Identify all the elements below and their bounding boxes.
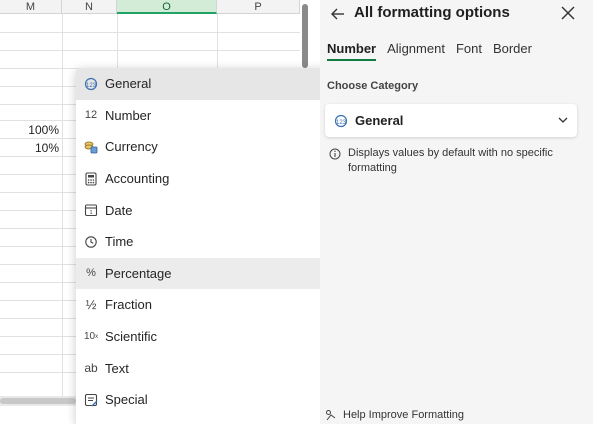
info-icon bbox=[329, 148, 341, 160]
general-icon: 123 bbox=[334, 114, 348, 127]
time-icon bbox=[84, 235, 98, 249]
scientific-icon: 10 x bbox=[83, 331, 99, 343]
text-icon: ab bbox=[84, 361, 98, 376]
grid-line bbox=[0, 50, 300, 51]
back-arrow-icon bbox=[331, 8, 344, 20]
feedback-icon bbox=[326, 410, 336, 421]
category-option-currency[interactable]: Currency bbox=[76, 131, 326, 163]
category-option-label: Fraction bbox=[105, 297, 152, 313]
format-tabs: Number Alignment Font Border bbox=[327, 41, 532, 61]
pane-title: All formatting options bbox=[354, 4, 510, 21]
svg-text:123: 123 bbox=[336, 120, 347, 126]
category-option-label: Scientific bbox=[105, 329, 158, 345]
close-icon bbox=[561, 6, 575, 20]
percentage-icon: % bbox=[86, 267, 96, 280]
category-option-time[interactable]: Time bbox=[76, 226, 326, 258]
category-dropdown-list: 123 General 12 Number Currency Accountin… bbox=[76, 68, 326, 424]
help-improve-formatting-label: Help Improve Formatting bbox=[343, 409, 465, 421]
category-option-date[interactable]: 1 Date bbox=[76, 194, 326, 226]
category-option-special[interactable]: Special bbox=[76, 384, 326, 416]
cell-m-value[interactable]: 10% bbox=[0, 141, 59, 155]
tab-alignment[interactable]: Alignment bbox=[387, 41, 445, 61]
category-option-scientific[interactable]: 10 x Scientific bbox=[76, 321, 326, 353]
number-icon: 12 bbox=[84, 109, 98, 122]
close-button[interactable] bbox=[560, 5, 576, 21]
category-option-number[interactable]: 12 Number bbox=[76, 100, 326, 132]
category-option-fraction[interactable]: ½ Fraction bbox=[76, 289, 326, 321]
chevron-down-icon bbox=[558, 117, 568, 123]
horizontal-scrollbar[interactable] bbox=[0, 398, 76, 404]
category-select[interactable]: 123 General bbox=[325, 104, 577, 137]
category-option-label: Currency bbox=[105, 139, 158, 155]
selected-category-value: General bbox=[355, 113, 404, 128]
category-option-label: Number bbox=[105, 107, 152, 123]
category-option-general[interactable]: 123 General bbox=[76, 68, 326, 100]
back-button[interactable] bbox=[329, 5, 347, 23]
column-header-m[interactable]: M bbox=[0, 0, 62, 14]
svg-text:1: 1 bbox=[89, 210, 92, 216]
category-option-percentage[interactable]: % Percentage bbox=[76, 257, 326, 290]
category-option-text[interactable]: ab Text bbox=[76, 352, 326, 384]
tab-border[interactable]: Border bbox=[493, 41, 532, 61]
category-option-label: Special bbox=[105, 392, 148, 408]
column-header-n[interactable]: N bbox=[62, 0, 117, 14]
category-option-label: Text bbox=[105, 360, 129, 376]
special-icon bbox=[84, 393, 98, 407]
category-option-label: Accounting bbox=[105, 171, 170, 187]
date-icon: 1 bbox=[84, 203, 98, 217]
pane-header: All formatting options bbox=[320, 0, 593, 28]
category-option-label: General bbox=[105, 76, 152, 92]
category-description: Displays values by default with no speci… bbox=[348, 147, 553, 174]
accounting-icon bbox=[84, 172, 98, 186]
scientific-base: 10 bbox=[83, 331, 96, 343]
tab-number[interactable]: Number bbox=[327, 41, 377, 61]
tab-font[interactable]: Font bbox=[456, 41, 482, 61]
vertical-scrollbar[interactable] bbox=[302, 4, 308, 68]
currency-icon bbox=[84, 140, 98, 154]
category-option-label: Time bbox=[105, 234, 134, 250]
help-improve-formatting-link[interactable]: Help Improve Formatting bbox=[325, 409, 464, 421]
general-icon: 123 bbox=[84, 77, 98, 91]
formatting-pane: All formatting options Number Alignment … bbox=[320, 0, 593, 424]
category-option-label: Percentage bbox=[105, 265, 172, 281]
column-header-o[interactable]: O bbox=[117, 0, 217, 14]
grid-line bbox=[0, 32, 300, 33]
fraction-icon: ½ bbox=[85, 297, 97, 313]
svg-text:123: 123 bbox=[86, 83, 97, 89]
column-header-p[interactable]: P bbox=[217, 0, 300, 14]
category-option-label: Date bbox=[105, 202, 133, 218]
category-option-accounting[interactable]: Accounting bbox=[76, 163, 326, 195]
choose-category-label: Choose Category bbox=[327, 80, 419, 92]
cell-m-value[interactable]: 100% bbox=[0, 123, 59, 137]
